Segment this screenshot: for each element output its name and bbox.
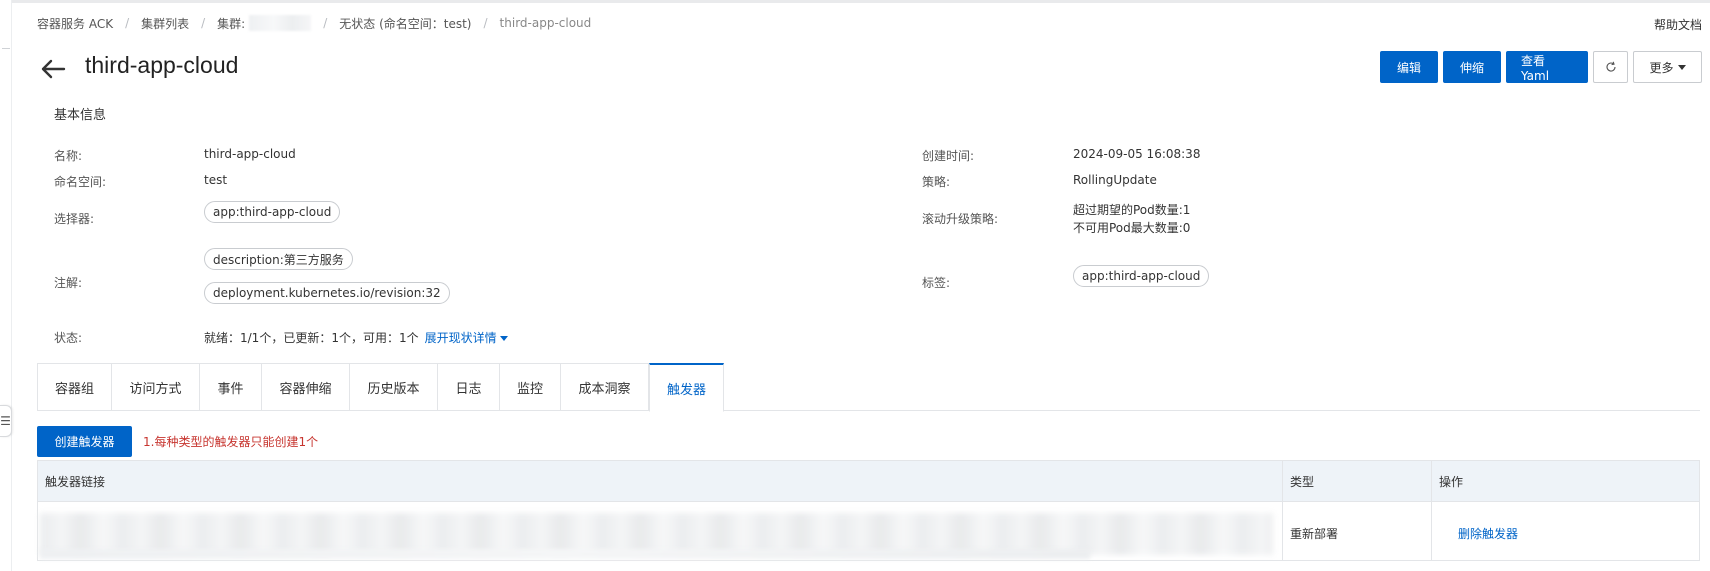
more-dropdown-button[interactable]: 更多 [1633,51,1702,83]
tab-access[interactable]: 访问方式 [111,363,199,411]
annotations-label: 注解: [54,276,83,290]
column-header-action: 操作 [1439,475,1464,489]
trigger-hint-text: 1.每种类型的触发器只能创建1个 [143,435,319,449]
help-docs-link[interactable]: 帮助文档 [1654,16,1702,33]
column-header-trigger-link: 触发器链接 [45,475,106,489]
name-label: 名称: [54,149,83,163]
breadcrumb-separator: / [125,16,130,30]
name-value: third-app-cloud [204,147,296,161]
header-actions: 编辑 伸缩 查看Yaml 更多 [1380,51,1702,83]
basic-info-title: 基本信息 [54,108,107,123]
status-value: 就绪：1/1个，已更新：1个，可用：1个 [204,331,419,345]
annotation-tag: deployment.kubernetes.io/revision:32 [204,282,450,304]
tab-cost-insights[interactable]: 成本洞察 [560,363,649,411]
selector-tag: app:third-app-cloud [204,201,341,223]
refresh-icon [1606,61,1616,72]
strategy-value: RollingUpdate [1073,173,1157,187]
sidebar-toggle-icon[interactable]: ☰ [0,405,12,437]
tab-triggers[interactable]: 触发器 [649,363,724,412]
rolling-max-surge: 超过期望的Pod数量:1 [1073,203,1191,217]
breadcrumb-item-cluster-list[interactable]: 集群列表 [141,15,189,32]
delete-trigger-link[interactable]: 删除触发器 [1458,525,1518,542]
strategy-label: 策略: [922,175,951,189]
labels-label: 标签: [922,276,951,290]
breadcrumb-separator: / [483,16,488,30]
caret-down-icon [499,336,508,341]
refresh-button[interactable] [1593,51,1628,83]
tab-history[interactable]: 历史版本 [349,363,437,411]
tab-pods[interactable]: 容器组 [37,363,111,411]
view-yaml-button[interactable]: 查看Yaml [1506,51,1588,83]
redacted-trigger-url [40,549,1090,559]
more-label: 更多 [1649,60,1674,75]
trigger-table: 触发器链接 类型 操作 重新部署 删除触发器 [37,460,1700,561]
page-title: third-app-cloud [85,52,239,78]
breadcrumb-item-stateless[interactable]: 无状态 (命名空间：test) [339,15,471,32]
breadcrumb-item-ack[interactable]: 容器服务 ACK [37,15,113,32]
breadcrumb-item-current: third-app-cloud [499,16,592,30]
rolling-update-label: 滚动升级策略: [922,212,999,226]
tab-events[interactable]: 事件 [199,363,261,411]
create-trigger-button[interactable]: 创建触发器 [37,426,132,457]
breadcrumb-item-cluster[interactable]: 集群: [217,15,245,32]
rolling-max-unavailable: 不可用Pod最大数量:0 [1073,221,1191,235]
back-arrow-icon[interactable] [39,56,67,82]
left-rail [0,0,12,571]
top-border [0,0,1710,3]
table-header: 触发器链接 类型 操作 [38,461,1699,502]
column-header-type: 类型 [1290,475,1315,489]
breadcrumb-separator: / [323,16,328,30]
tab-monitoring[interactable]: 监控 [499,363,560,411]
created-label: 创建时间: [922,149,975,163]
namespace-label: 命名空间: [54,175,107,189]
scale-button[interactable]: 伸缩 [1443,51,1501,83]
caret-down-icon [1677,64,1686,70]
status-label: 状态: [54,331,83,345]
column-divider [1282,461,1283,560]
trigger-type: 重新部署 [1290,527,1339,541]
edit-button[interactable]: 编辑 [1380,51,1438,83]
tab-autoscaling[interactable]: 容器伸缩 [261,363,349,411]
breadcrumb-separator: / [201,16,206,30]
annotation-tag: description:第三方服务 [204,248,353,270]
expand-status-details-link[interactable]: 展开现状详情 [425,331,508,345]
redacted-cluster-name [249,15,312,31]
created-value: 2024-09-05 16:08:38 [1073,147,1201,161]
tab-logs[interactable]: 日志 [437,363,499,411]
expand-status-label: 展开现状详情 [424,331,497,345]
column-divider [1431,461,1432,560]
status-value-row: 就绪：1/1个，已更新：1个，可用：1个 展开现状详情 [204,329,508,346]
selector-label: 选择器: [54,212,95,226]
label-tag: app:third-app-cloud [1073,265,1210,287]
namespace-value: test [204,173,228,187]
breadcrumb: 容器服务 ACK / 集群列表 / 集群: / 无状态 (命名空间：test) … [37,15,591,31]
detail-tabs: 容器组 访问方式 事件 容器伸缩 历史版本 日志 监控 成本洞察 触发器 [37,363,1700,412]
